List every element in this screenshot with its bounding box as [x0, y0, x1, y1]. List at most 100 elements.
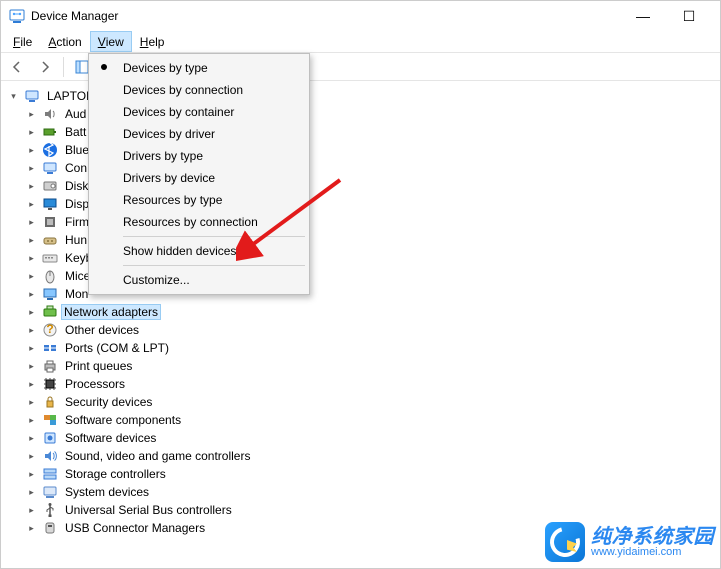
tree-item-storage[interactable]: ▸Storage controllers: [7, 465, 720, 483]
tree-item-label: Con: [64, 161, 88, 175]
tree-item-security[interactable]: ▸ Security devices: [7, 393, 720, 411]
ports-icon: [42, 340, 58, 356]
menu-item-customize-[interactable]: Customize...: [91, 269, 307, 291]
expand-icon[interactable]: ▸: [25, 288, 38, 301]
mouse-icon: [42, 268, 58, 284]
tree-item-label: Blue: [64, 143, 90, 157]
watermark-url: www.yidaimei.com: [591, 547, 714, 558]
tree-item-label: Software devices: [64, 431, 157, 445]
tree-item-label: Network adapters: [61, 304, 161, 320]
view-menu-dropdown: Devices by typeDevices by connectionDevi…: [88, 53, 310, 295]
expand-icon[interactable]: ▸: [25, 504, 38, 517]
storage-icon: [42, 466, 58, 482]
tree-item-label: Aud: [64, 107, 87, 121]
tree-item-swcomp[interactable]: ▸Software components: [7, 411, 720, 429]
window-title: Device Manager: [31, 9, 620, 23]
expand-icon[interactable]: ▸: [25, 414, 38, 427]
bluetooth-icon: [42, 142, 58, 158]
menu-item-show-hidden-devices[interactable]: Show hidden devices: [91, 240, 307, 262]
tree-item-label: Disk: [64, 179, 89, 193]
computer-icon: [24, 88, 40, 104]
monitor-icon: [42, 286, 58, 302]
menu-separator: [123, 236, 305, 237]
tree-item-ports[interactable]: ▸ Ports (COM & LPT): [7, 339, 720, 357]
tree-item-processor[interactable]: ▸Processors: [7, 375, 720, 393]
audio-icon: [42, 106, 58, 122]
window-controls: — ☐ ✕: [620, 1, 712, 31]
menu-separator: [123, 265, 305, 266]
expand-icon[interactable]: ▸: [25, 270, 38, 283]
menu-help[interactable]: Help: [132, 31, 173, 52]
minimize-button[interactable]: —: [620, 1, 666, 31]
expand-icon[interactable]: ▸: [25, 252, 38, 265]
expand-icon[interactable]: ▸: [25, 324, 38, 337]
tree-item-label: Print queues: [64, 359, 133, 373]
tree-item-usb[interactable]: ▸ Universal Serial Bus controllers: [7, 501, 720, 519]
other-icon: ?: [42, 322, 58, 338]
menu-item-drivers-by-type[interactable]: Drivers by type: [91, 145, 307, 167]
check-icon: [101, 64, 107, 70]
expand-icon[interactable]: ▸: [25, 432, 38, 445]
watermark: 纯净系统家园 www.yidaimei.com: [545, 522, 714, 562]
expand-icon[interactable]: ▸: [25, 468, 38, 481]
back-button[interactable]: [5, 55, 29, 79]
menu-item-drivers-by-device[interactable]: Drivers by device: [91, 167, 307, 189]
security-icon: [42, 394, 58, 410]
expand-icon[interactable]: ▸: [25, 342, 38, 355]
sound-icon: [42, 448, 58, 464]
expand-icon[interactable]: ▸: [25, 486, 38, 499]
display-icon: [42, 196, 58, 212]
menu-item-resources-by-type[interactable]: Resources by type: [91, 189, 307, 211]
tree-item-print[interactable]: ▸ Print queues: [7, 357, 720, 375]
menu-item-devices-by-type[interactable]: Devices by type: [91, 57, 307, 79]
svg-text:?: ?: [46, 322, 53, 336]
tree-item-label: Security devices: [64, 395, 153, 409]
tree-item-label: System devices: [64, 485, 150, 499]
menu-action[interactable]: Action: [40, 31, 89, 52]
collapse-icon[interactable]: ▾: [7, 90, 20, 103]
expand-icon[interactable]: ▸: [25, 234, 38, 247]
forward-button[interactable]: [33, 55, 57, 79]
expand-icon[interactable]: ▸: [25, 360, 38, 373]
maximize-button[interactable]: ☐: [666, 1, 712, 31]
tree-item-label: Universal Serial Bus controllers: [64, 503, 233, 517]
system-icon: [42, 484, 58, 500]
watermark-logo-icon: [545, 522, 585, 562]
tree-item-label: Ports (COM & LPT): [64, 341, 170, 355]
keyboard-icon: [42, 250, 58, 266]
expand-icon[interactable]: ▸: [25, 450, 38, 463]
tree-item-label: Disp: [64, 197, 90, 211]
tree-item-label: Sound, video and game controllers: [64, 449, 251, 463]
usb-icon: [42, 502, 58, 518]
tree-item-system[interactable]: ▸ System devices: [7, 483, 720, 501]
battery-icon: [42, 124, 58, 140]
disk-icon: [42, 178, 58, 194]
tree-item-label: USB Connector Managers: [64, 521, 206, 535]
menu-file[interactable]: File: [5, 31, 40, 52]
menu-item-devices-by-driver[interactable]: Devices by driver: [91, 123, 307, 145]
menu-item-devices-by-connection[interactable]: Devices by connection: [91, 79, 307, 101]
tree-item-swdev[interactable]: ▸ Software devices: [7, 429, 720, 447]
expand-icon[interactable]: ▸: [25, 144, 38, 157]
tree-item-network[interactable]: ▸ Network adapters: [7, 303, 720, 321]
expand-icon[interactable]: ▸: [25, 108, 38, 121]
tree-item-label: Mon: [64, 287, 89, 301]
menu-item-devices-by-container[interactable]: Devices by container: [91, 101, 307, 123]
expand-icon[interactable]: ▸: [25, 378, 38, 391]
tree-item-label: Firm: [64, 215, 90, 229]
usbconn-icon: [42, 520, 58, 536]
tree-item-other[interactable]: ▸?Other devices: [7, 321, 720, 339]
expand-icon[interactable]: ▸: [25, 162, 38, 175]
expand-icon[interactable]: ▸: [25, 396, 38, 409]
menu-item-resources-by-connection[interactable]: Resources by connection: [91, 211, 307, 233]
expand-icon[interactable]: ▸: [25, 198, 38, 211]
expand-icon[interactable]: ▸: [25, 522, 38, 535]
firmware-icon: [42, 214, 58, 230]
tree-item-sound[interactable]: ▸ Sound, video and game controllers: [7, 447, 720, 465]
menu-view[interactable]: View: [90, 31, 132, 52]
expand-icon[interactable]: ▸: [25, 306, 38, 319]
expand-icon[interactable]: ▸: [25, 126, 38, 139]
swcomp-icon: [42, 412, 58, 428]
expand-icon[interactable]: ▸: [25, 180, 38, 193]
expand-icon[interactable]: ▸: [25, 216, 38, 229]
